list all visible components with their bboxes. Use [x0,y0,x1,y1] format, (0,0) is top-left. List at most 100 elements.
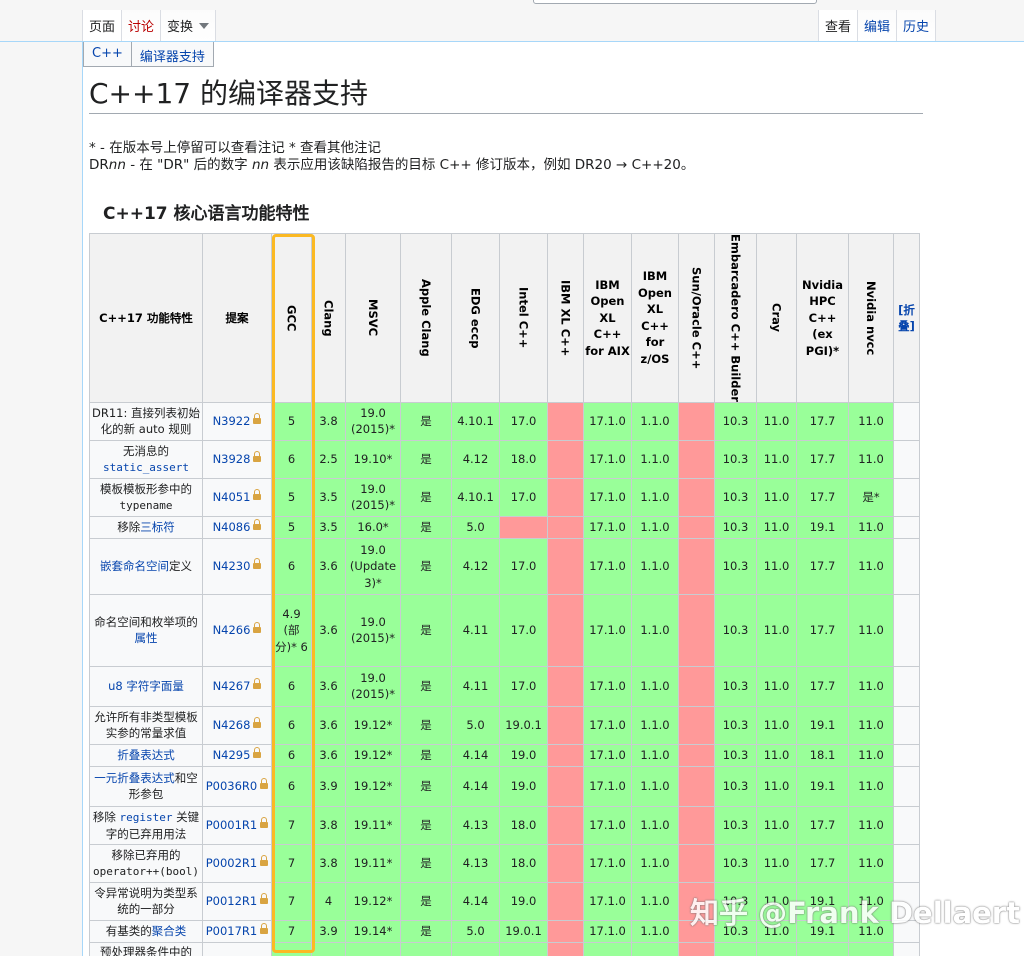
support-cell: 1.1.0 [631,743,679,767]
tab-view[interactable]: 查看 [819,10,859,41]
support-cell: 是* [848,477,894,517]
paper-link[interactable] [202,941,272,956]
paper-link[interactable]: P0036R0 [202,765,272,807]
support-cell: 是 [400,515,452,539]
feature-link[interactable]: u8 字符字面量 [108,679,184,693]
support-cell [311,941,346,956]
support-cell [678,705,715,745]
paper-link[interactable]: N4268 [202,705,272,745]
collapse-toggle[interactable]: [折叠] [893,233,920,403]
spacer-cell [893,843,920,883]
paper-id[interactable]: N4267 [213,679,251,693]
feature-cell: 命名空间和枚举项的属性 [89,593,203,667]
paper-id[interactable]: P0036R0 [206,779,258,793]
paper-id[interactable]: N4266 [213,623,251,637]
support-cell: 10.3 [714,401,757,441]
tab-edit[interactable]: 编辑 [858,10,898,41]
breadcrumb-compiler-support[interactable]: 编译器支持 [131,42,214,67]
paper-link[interactable]: P0017R1 [202,919,272,943]
paper-id[interactable]: N4230 [213,559,251,573]
feature-link[interactable]: 折叠表达式 [117,748,175,762]
support-cell: 4.9 (部分)* 6 [271,593,312,667]
support-cell: 4.10.1 [451,477,500,517]
paper-link[interactable]: N4295 [202,743,272,767]
col-header-sun-oracle-label: Sun/Oracle C++ [689,266,704,370]
spacer-cell [893,515,920,539]
feature-link[interactable]: 嵌套命名空间 [100,559,169,573]
col-header-ibm-open-zos: IBM Open XL C++ for z/OS [631,233,679,403]
support-cell: 3.6 [311,537,346,595]
paper-link[interactable]: N4267 [202,665,272,707]
support-cell: 19.0.1 [499,705,548,745]
paper-link[interactable]: N3928 [202,439,272,479]
support-cell: 17.0 [499,665,548,707]
support-cell: 19.0 (2015)* [345,593,401,667]
feature-cell: 移除三标符 [89,515,203,539]
paper-id[interactable]: N3922 [213,414,251,428]
support-cell: 18.0 [499,439,548,479]
table-row: 移除已弃用的 operator++(bool) P0002R1 7 3.8 19.11*… [89,843,920,883]
search-input[interactable] [533,0,817,4]
tab-history[interactable]: 历史 [897,10,937,41]
support-cell [547,765,584,807]
feature-link[interactable]: 三标符 [140,520,175,534]
support-cell: 19.1 [796,705,849,745]
feature-link[interactable]: 聚合类 [152,924,187,938]
table-row: 模板模板形参中的 typename N4051 5 3.5 19.0 (2015)* 是 4… [89,477,920,517]
feature-cell: 允许所有非类型模板实参的常量求值 [89,705,203,745]
table-header-row: C++17 功能特性 提案 GCC Clang MSVC Apple Clang… [89,233,920,403]
paper-id[interactable]: P0002R1 [206,856,258,870]
col-header-ibm-open-aix: IBM Open XL C++ for AIX [583,233,632,403]
paper-id[interactable]: P0017R1 [206,924,258,938]
paper-link[interactable]: N4230 [202,537,272,595]
paper-link[interactable]: N4086 [202,515,272,539]
paper-id[interactable]: P0012R1 [206,894,258,908]
table-row: u8 字符字面量 N4267 6 3.6 19.0 (2015)* 是 4.11 17.0 17… [89,665,920,707]
col-header-nvidia-nvcc-label: Nvidia nvcc [864,280,878,356]
table-row: 移除三标符 N4086 5 3.5 16.0* 是 5.0 17.1.0 1.1.0 10.3 11… [89,515,920,539]
paper-id[interactable]: N3928 [213,452,251,466]
support-cell: 1.1.0 [631,881,679,921]
support-cell: 10.3 [714,515,757,539]
paper-id[interactable]: P0001R1 [206,818,258,832]
tab-page[interactable]: 页面 [83,10,123,41]
support-cell: 17.7 [796,665,849,707]
support-cell: 3.6 [311,665,346,707]
col-header-intel: Intel C++ [499,233,548,403]
feature-link[interactable]: 属性 [135,631,158,645]
paper-id[interactable]: N4295 [213,748,251,762]
feature-text: 有基类的 [105,924,152,939]
lock-icon [260,817,269,829]
paper-link[interactable]: P0012R1 [202,881,272,921]
support-cell [678,537,715,595]
support-cell: 6 [271,743,312,767]
paper-id[interactable]: N4268 [213,718,251,732]
feature-link[interactable]: 一元折叠表达式 [94,771,175,785]
feature-code[interactable]: register [120,811,173,824]
paper-id[interactable]: N4086 [213,520,251,534]
support-cell: 17.7 [796,805,849,845]
support-cell: 17.1.0 [583,881,632,921]
tab-discussion[interactable]: 讨论 [122,10,162,41]
support-cell: 是 [400,705,452,745]
feature-code[interactable]: static_assert [103,461,189,474]
support-cell: 是 [400,477,452,517]
paper-link[interactable]: N4266 [202,593,272,667]
support-cell: 5.0 [451,705,500,745]
tab-variants[interactable]: 变换 [161,10,217,41]
paper-link[interactable]: N3922 [202,401,272,441]
paper-link[interactable]: P0001R1 [202,805,272,845]
lock-icon [253,558,262,570]
tab-variants-label: 变换 [167,20,194,35]
lock-icon [253,519,262,531]
support-cell [547,515,584,539]
paper-id[interactable]: N4051 [213,490,251,504]
support-cell: 10.3 [714,805,757,845]
support-cell: 4.11 [451,593,500,667]
col-header-feature: C++17 功能特性 [89,233,203,403]
paper-link[interactable]: N4051 [202,477,272,517]
paper-link[interactable]: P0002R1 [202,843,272,883]
support-cell: 4 [311,881,346,921]
breadcrumb-cpp[interactable]: C++ [83,42,132,67]
support-cell [499,515,548,539]
